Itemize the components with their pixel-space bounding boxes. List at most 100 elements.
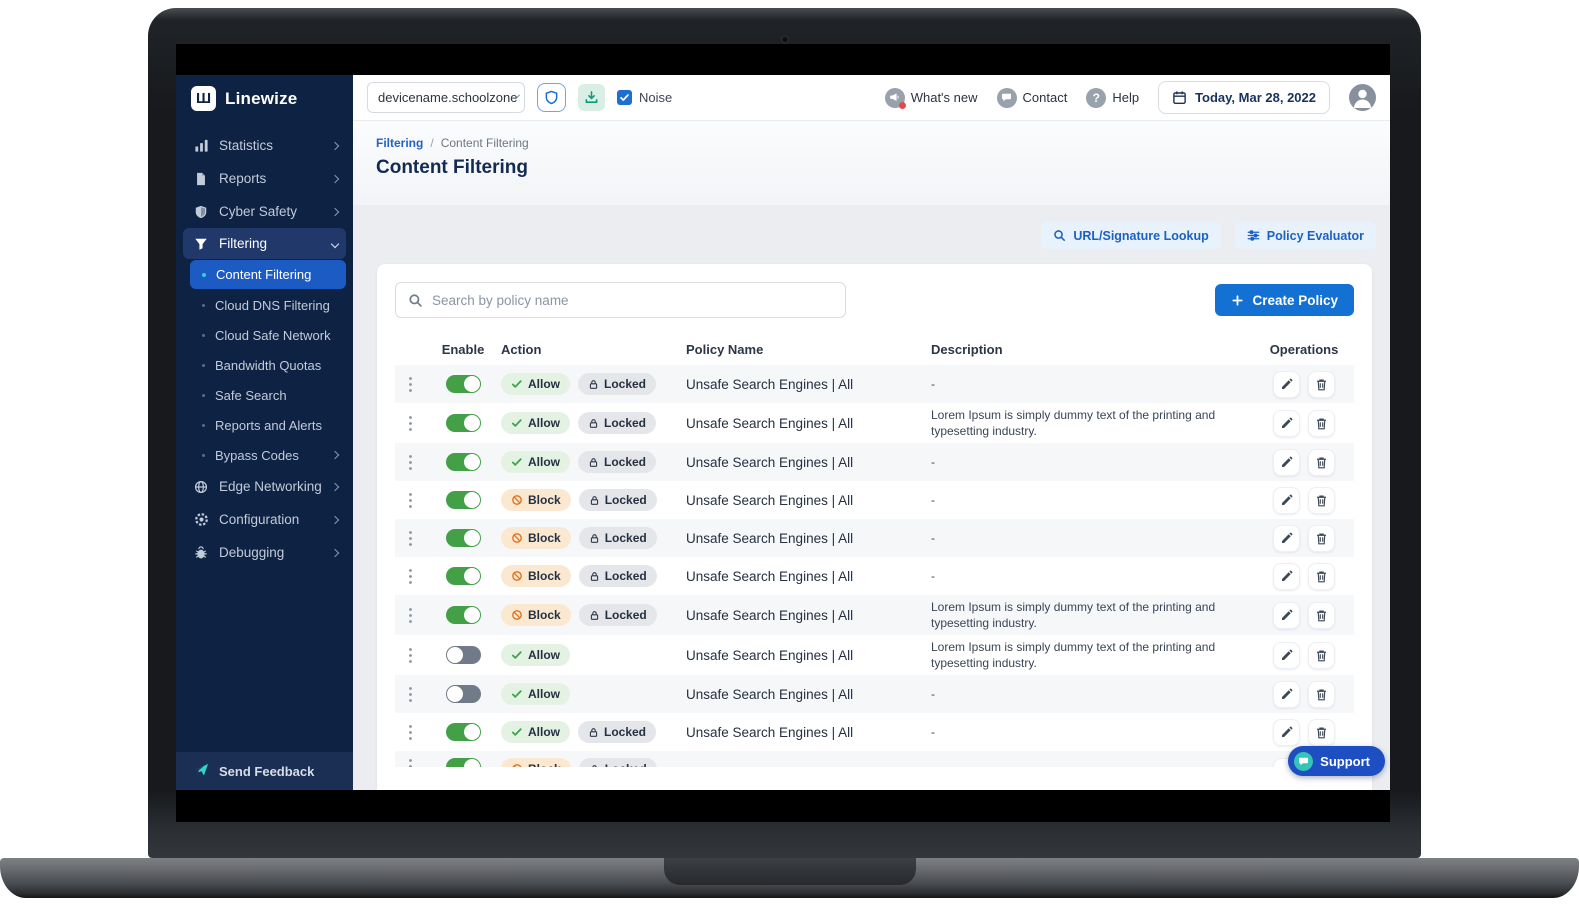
create-policy-button[interactable]: Create Policy <box>1215 284 1354 316</box>
download-button[interactable] <box>578 84 605 111</box>
sidebar-item-label: Cyber Safety <box>219 204 298 219</box>
whats-new-button[interactable]: What's new <box>884 87 978 109</box>
sidebar-item-content-filtering[interactable]: Content Filtering <box>190 260 346 289</box>
enable-toggle[interactable] <box>445 567 481 585</box>
pencil-icon <box>1282 532 1293 543</box>
locked-badge: Locked <box>578 373 657 395</box>
drag-handle-icon[interactable] <box>408 376 413 393</box>
drag-handle-icon[interactable] <box>408 492 413 509</box>
drag-handle-icon[interactable] <box>408 758 413 767</box>
drag-handle-icon[interactable] <box>408 415 413 432</box>
date-label: Today, Mar 28, 2022 <box>1195 90 1316 105</box>
edit-button[interactable] <box>1273 718 1300 746</box>
delete-button[interactable] <box>1308 641 1335 669</box>
sidebar-item-reports[interactable]: Reports <box>176 162 353 195</box>
policy-description: Lorem Ipsum is simply dummy text of the … <box>931 600 1216 630</box>
delete-button[interactable] <box>1308 680 1335 708</box>
locked-badge: Locked <box>578 451 657 473</box>
delete-button[interactable] <box>1308 718 1335 746</box>
sidebar-item-statistics[interactable]: Statistics <box>176 129 353 162</box>
enable-toggle[interactable] <box>445 375 481 393</box>
enable-toggle[interactable] <box>445 606 481 624</box>
policy-name: Unsafe Search Engines | All <box>686 454 854 470</box>
contact-button[interactable]: Contact <box>996 87 1067 108</box>
checkbox-checked-icon[interactable] <box>617 90 632 105</box>
device-selector[interactable]: devicename.schoolzone <box>367 82 525 113</box>
table-row: Allow Allow Locked Unsafe Search Engines… <box>395 675 1354 713</box>
policy-evaluator-button[interactable]: Policy Evaluator <box>1234 222 1376 249</box>
sidebar-item-filtering[interactable]: Filtering <box>183 228 346 259</box>
sidebar-item-bypass-codes[interactable]: Bypass Codes <box>176 440 353 470</box>
send-feedback-button[interactable]: Send Feedback <box>176 752 353 790</box>
enable-toggle[interactable] <box>445 685 481 703</box>
edit-button[interactable] <box>1273 601 1300 629</box>
allow-badge: Allow <box>501 644 570 666</box>
drag-handle-icon[interactable] <box>408 568 413 585</box>
edit-button[interactable] <box>1273 370 1300 398</box>
locked-badge: Locked <box>578 565 657 587</box>
delete-button[interactable] <box>1308 409 1335 437</box>
sidebar-item-reports-and-alerts[interactable]: Reports and Alerts <box>176 410 353 440</box>
locked-badge: Locked <box>578 758 657 767</box>
noise-checkbox-group[interactable]: Noise <box>617 90 672 105</box>
delete-button[interactable] <box>1308 601 1335 629</box>
policy-name: Unsafe Search Engines | All <box>686 415 854 431</box>
brand-logo[interactable]: Ш Linewize <box>176 75 353 121</box>
edit-button[interactable] <box>1273 448 1300 476</box>
drag-handle-icon[interactable] <box>408 454 413 471</box>
date-picker-button[interactable]: Today, Mar 28, 2022 <box>1158 81 1330 114</box>
drag-handle-icon[interactable] <box>408 530 413 547</box>
sidebar-item-bandwidth-quotas[interactable]: Bandwidth Quotas <box>176 350 353 380</box>
edit-button[interactable] <box>1273 409 1300 437</box>
drag-handle-icon[interactable] <box>408 686 413 703</box>
shield-toggle-button[interactable] <box>537 83 566 112</box>
sidebar-item-debugging[interactable]: Debugging <box>176 536 353 569</box>
enable-toggle[interactable] <box>445 491 481 509</box>
edit-button[interactable] <box>1273 680 1300 708</box>
policy-search[interactable] <box>395 282 846 318</box>
laptop-base <box>0 858 1579 898</box>
person-icon <box>1354 89 1371 108</box>
sidebar-item-label: Debugging <box>219 545 285 560</box>
globe-icon <box>193 479 209 495</box>
delete-button[interactable] <box>1308 524 1335 552</box>
drag-handle-icon[interactable] <box>408 724 413 741</box>
delete-button[interactable] <box>1308 486 1335 514</box>
enable-toggle[interactable] <box>445 758 481 767</box>
block-icon <box>512 610 522 620</box>
edit-button[interactable] <box>1273 641 1300 669</box>
trash-icon <box>1317 378 1326 390</box>
help-button[interactable]: ? Help <box>1086 87 1139 108</box>
enable-toggle[interactable] <box>445 529 481 547</box>
delete-button[interactable] <box>1308 448 1335 476</box>
edit-button[interactable] <box>1273 562 1300 590</box>
pencil-icon <box>1282 688 1293 699</box>
sidebar-item-label: Configuration <box>219 512 300 527</box>
enable-toggle[interactable] <box>445 414 481 432</box>
edit-button[interactable] <box>1273 486 1300 514</box>
sidebar-item-cloud-safe-network[interactable]: Cloud Safe Network <box>176 320 353 350</box>
sidebar-item-cloud-dns-filtering[interactable]: Cloud DNS Filtering <box>176 290 353 320</box>
linewize-logo-icon: Ш <box>191 86 216 111</box>
support-button[interactable]: Support <box>1288 746 1385 776</box>
sidebar-item-safe-search[interactable]: Safe Search <box>176 380 353 410</box>
breadcrumb-parent[interactable]: Filtering <box>376 136 423 150</box>
bullet-dot-icon <box>202 272 206 277</box>
search-input[interactable] <box>432 292 833 308</box>
delete-button[interactable] <box>1308 370 1335 398</box>
enable-toggle[interactable] <box>445 723 481 741</box>
drag-handle-icon[interactable] <box>408 607 413 624</box>
topbar-right: What's new Contact ? Help Today, Mar 28,… <box>884 81 1376 114</box>
sidebar-item-edge-networking[interactable]: Edge Networking <box>176 470 353 503</box>
sidebar-item-cyber-safety[interactable]: Cyber Safety <box>176 195 353 228</box>
enable-toggle[interactable] <box>445 453 481 471</box>
sidebar-item-label: Cloud DNS Filtering <box>215 297 330 313</box>
url-signature-lookup-button[interactable]: URL/Signature Lookup <box>1041 222 1221 249</box>
user-avatar[interactable] <box>1349 84 1376 111</box>
edit-button[interactable] <box>1273 524 1300 552</box>
drag-handle-icon[interactable] <box>408 647 413 664</box>
delete-button[interactable] <box>1308 562 1335 590</box>
sidebar-item-configuration[interactable]: Configuration <box>176 503 353 536</box>
enable-toggle[interactable] <box>445 646 481 664</box>
lock-icon <box>589 379 598 389</box>
